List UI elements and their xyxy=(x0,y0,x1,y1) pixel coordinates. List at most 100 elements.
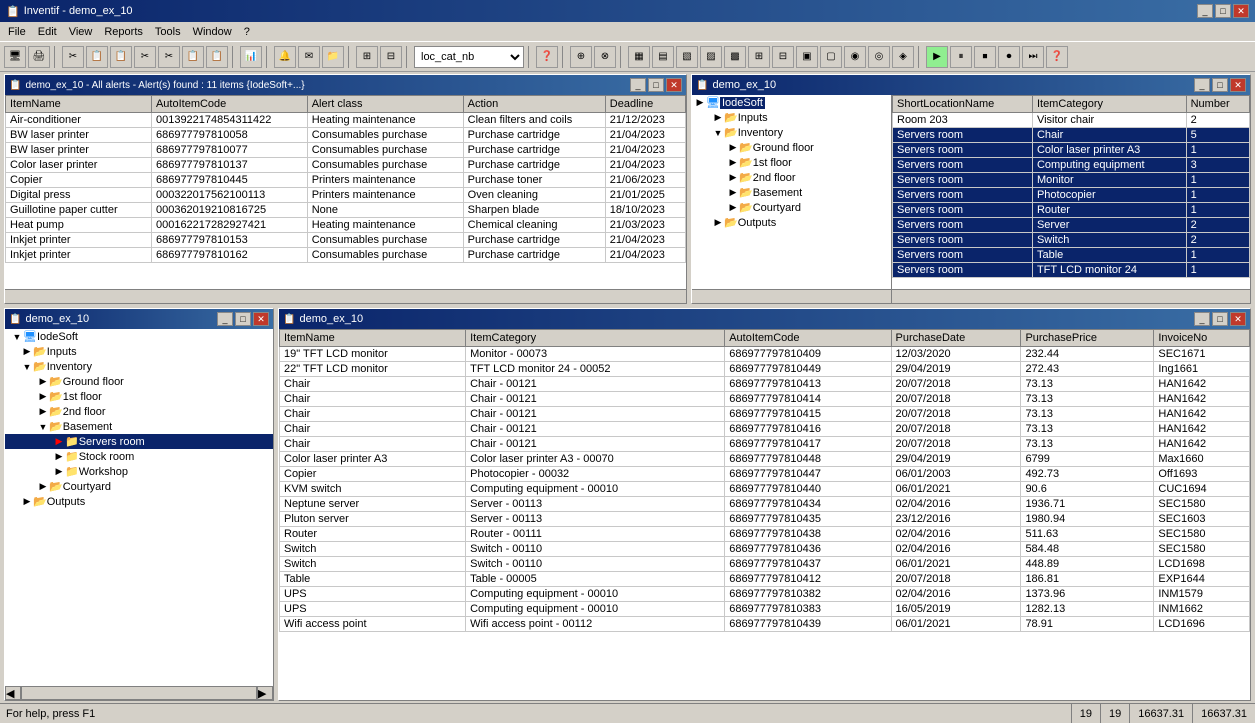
location-table-row[interactable]: Servers roomServer2 xyxy=(893,218,1250,233)
loc-inputs[interactable]: ▶ 📂 Inputs xyxy=(692,110,891,125)
toolbar-btn-18[interactable]: ▦ xyxy=(628,46,650,68)
inv-expand-courtyard[interactable]: ▶ xyxy=(37,481,49,493)
loc-restore-btn[interactable]: □ xyxy=(1212,78,1228,92)
expand-root[interactable]: ▶ xyxy=(694,97,706,109)
minimize-button[interactable]: _ xyxy=(1197,4,1213,18)
inv-expand-2nd[interactable]: ▶ xyxy=(37,406,49,418)
inv-expand-ground[interactable]: ▶ xyxy=(37,376,49,388)
location-table-row[interactable]: Servers roomTable1 xyxy=(893,248,1250,263)
loc-courtyard[interactable]: ▶ 📂 Courtyard xyxy=(692,200,891,215)
toolbar-btn-24[interactable]: ⊟ xyxy=(772,46,794,68)
toolbar-btn-21[interactable]: ▨ xyxy=(700,46,722,68)
inv-expand-root[interactable]: ▼ xyxy=(11,331,23,343)
menu-help[interactable]: ? xyxy=(238,24,256,40)
alert-hscrollbar[interactable] xyxy=(5,289,686,303)
loc-2nd-floor[interactable]: ▶ 📂 2nd floor xyxy=(692,170,891,185)
toolbar-btn-22[interactable]: ▩ xyxy=(724,46,746,68)
details-table-row[interactable]: SwitchSwitch - 0011068697779781043706/01… xyxy=(280,557,1250,572)
expand-basement[interactable]: ▶ xyxy=(727,187,739,199)
details-table-row[interactable]: UPSComputing equipment - 000106869777978… xyxy=(280,587,1250,602)
inv-scroll-track[interactable] xyxy=(21,686,257,700)
location-window-controls[interactable]: _ □ ✕ xyxy=(1194,78,1246,92)
toolbar-btn-29[interactable]: ◈ xyxy=(892,46,914,68)
toolbar-btn-2[interactable]: 🖨 xyxy=(28,46,50,68)
details-table-row[interactable]: UPSComputing equipment - 000106869777978… xyxy=(280,602,1250,617)
toolbar-combo[interactable]: loc_cat_nb xyxy=(414,46,524,68)
menu-window[interactable]: Window xyxy=(187,24,238,40)
alert-restore-btn[interactable]: □ xyxy=(648,78,664,92)
location-table-row[interactable]: Servers roomChair5 xyxy=(893,128,1250,143)
details-table-row[interactable]: Wifi access pointWifi access point - 001… xyxy=(280,617,1250,632)
toolbar-btn-23[interactable]: ⊞ xyxy=(748,46,770,68)
details-table-row[interactable]: ChairChair - 0012168697779781041620/07/2… xyxy=(280,422,1250,437)
inv-workshop[interactable]: ▶ 📁 Workshop xyxy=(5,464,273,479)
details-table-row[interactable]: TableTable - 0000568697779781041220/07/2… xyxy=(280,572,1250,587)
expand-outputs[interactable]: ▶ xyxy=(712,217,724,229)
inv-expand-outputs[interactable]: ▶ xyxy=(21,496,33,508)
location-table-row[interactable]: Room 203Visitor chair2 xyxy=(893,113,1250,128)
toolbar-btn-14[interactable]: ⊟ xyxy=(380,46,402,68)
toolbar-btn-chart[interactable]: 📊 xyxy=(240,46,262,68)
inv-inventory[interactable]: ▼ 📂 Inventory xyxy=(5,359,273,374)
alert-table-row[interactable]: Inkjet printer686977797810162Consumables… xyxy=(6,248,686,263)
toolbar-btn-26[interactable]: ▢ xyxy=(820,46,842,68)
menu-reports[interactable]: Reports xyxy=(98,24,149,40)
alert-table-row[interactable]: Inkjet printer686977797810153Consumables… xyxy=(6,233,686,248)
location-table-row[interactable]: Servers roomColor laser printer A31 xyxy=(893,143,1250,158)
loc-inventory[interactable]: ▼ 📂 Inventory xyxy=(692,125,891,140)
inv-servers-room[interactable]: ▶ 📁 Servers room xyxy=(5,434,273,449)
alert-table-row[interactable]: BW laser printer686977797810058Consumabl… xyxy=(6,128,686,143)
location-table-row[interactable]: Servers roomSwitch2 xyxy=(893,233,1250,248)
maximize-button[interactable]: □ xyxy=(1215,4,1231,18)
toolbar-btn-9[interactable]: 📋 xyxy=(206,46,228,68)
location-table-row[interactable]: Servers roomPhotocopier1 xyxy=(893,188,1250,203)
det-restore-btn[interactable]: □ xyxy=(1212,312,1228,326)
toolbar-btn-20[interactable]: ▧ xyxy=(676,46,698,68)
inv-close-btn[interactable]: ✕ xyxy=(253,312,269,326)
location-tree-panel[interactable]: ▶ 🖥 IodeSoft ▶ 📂 Inputs ▼ 📂 Inventory xyxy=(692,95,892,289)
location-table-row[interactable]: Servers roomComputing equipment3 xyxy=(893,158,1250,173)
menu-view[interactable]: View xyxy=(63,24,99,40)
toolbar-btn-8[interactable]: 📋 xyxy=(182,46,204,68)
details-table-row[interactable]: ChairChair - 0012168697779781041320/07/2… xyxy=(280,377,1250,392)
alert-table-row[interactable]: BW laser printer686977797810077Consumabl… xyxy=(6,143,686,158)
toolbar-btn-17[interactable]: ⊗ xyxy=(594,46,616,68)
alert-table-row[interactable]: Heat pump000162217282927421Heating maint… xyxy=(6,218,686,233)
inv-minimize-btn[interactable]: _ xyxy=(217,312,233,326)
inv-stock-room[interactable]: ▶ 📁 Stock room xyxy=(5,449,273,464)
inv-expand-basement[interactable]: ▼ xyxy=(37,421,49,433)
details-table-row[interactable]: CopierPhotocopier - 00032686977797810447… xyxy=(280,467,1250,482)
alert-table-row[interactable]: Copier686977797810445Printers maintenanc… xyxy=(6,173,686,188)
inv-scrollbar-area[interactable]: ◀ ▶ xyxy=(5,686,273,700)
expand-courtyard[interactable]: ▶ xyxy=(727,202,739,214)
location-table-row[interactable]: Servers roomTFT LCD monitor 241 xyxy=(893,263,1250,278)
details-table-row[interactable]: Pluton serverServer - 001136869777978104… xyxy=(280,512,1250,527)
location-hscrollbar-area[interactable] xyxy=(692,289,1250,303)
toolbar-btn-25[interactable]: ▣ xyxy=(796,46,818,68)
inv-scroll-right[interactable]: ▶ xyxy=(257,686,273,700)
inv-ground-floor[interactable]: ▶ 📂 Ground floor xyxy=(5,374,273,389)
loc-1st-floor[interactable]: ▶ 📂 1st floor xyxy=(692,155,891,170)
loc-basement[interactable]: ▶ 📂 Basement xyxy=(692,185,891,200)
menu-file[interactable]: File xyxy=(2,24,32,40)
toolbar-btn-31[interactable]: ⏸ xyxy=(950,46,972,68)
details-window-controls[interactable]: _ □ ✕ xyxy=(1194,312,1246,326)
details-table-row[interactable]: 19" TFT LCD monitorMonitor - 00073686977… xyxy=(280,347,1250,362)
location-table-row[interactable]: Servers roomRouter1 xyxy=(893,203,1250,218)
details-table-row[interactable]: RouterRouter - 0011168697779781043802/04… xyxy=(280,527,1250,542)
loc-tree-root[interactable]: ▶ 🖥 IodeSoft xyxy=(692,95,891,110)
toolbar-btn-5[interactable]: 📋 xyxy=(110,46,132,68)
toolbar-btn-4[interactable]: 📋 xyxy=(86,46,108,68)
expand-ground[interactable]: ▶ xyxy=(727,142,739,154)
loc-minimize-btn[interactable]: _ xyxy=(1194,78,1210,92)
toolbar-btn-32[interactable]: ⏹ xyxy=(974,46,996,68)
inv-expand-stock[interactable]: ▶ xyxy=(53,451,65,463)
det-minimize-btn[interactable]: _ xyxy=(1194,312,1210,326)
details-table-row[interactable]: ChairChair - 0012168697779781041420/07/2… xyxy=(280,392,1250,407)
inv-expand-inputs[interactable]: ▶ xyxy=(21,346,33,358)
toolbar-btn-16[interactable]: ⊕ xyxy=(570,46,592,68)
inv-1st-floor[interactable]: ▶ 📂 1st floor xyxy=(5,389,273,404)
expand-2nd[interactable]: ▶ xyxy=(727,172,739,184)
loc-outputs[interactable]: ▶ 📂 Outputs xyxy=(692,215,891,230)
alert-table-container[interactable]: ItemName AutoItemCode Alert class Action… xyxy=(5,95,686,289)
